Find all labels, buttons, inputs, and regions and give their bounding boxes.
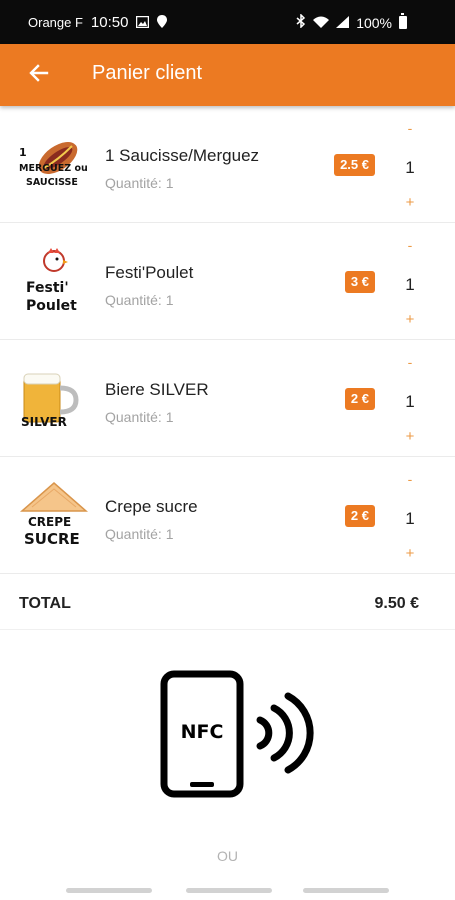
status-bar: Orange F 10:50 100% [0, 0, 455, 44]
cart-item[interactable]: SILVER Biere SILVER Quantité: 1 2 € - 1 … [0, 340, 455, 457]
nfc-label: NFC [181, 721, 224, 743]
thumb-text: 1 [19, 146, 27, 159]
app-bar: Panier client [0, 44, 455, 106]
cart-list: 1 MERGUEZ ou SAUCISSE 1 Saucisse/Merguez… [0, 106, 455, 574]
item-quantity-label: Quantité: 1 [105, 175, 174, 191]
image-notification-icon [136, 15, 150, 31]
price-badge: 2 € [344, 505, 375, 527]
thumb-text: SILVER [21, 415, 67, 429]
increase-quantity-button[interactable]: + [402, 194, 418, 211]
item-name: 1 Saucisse/Merguez [105, 146, 260, 165]
page-title: Panier client [92, 62, 203, 84]
thumb-text: SUCRE [24, 530, 80, 548]
increase-quantity-button[interactable]: + [402, 428, 418, 445]
nfc-phone-icon[interactable]: NFC [160, 670, 325, 800]
price-badge: 2 € [344, 388, 375, 410]
item-quantity-label: Quantité: 1 [105, 292, 174, 308]
wifi-icon [313, 15, 330, 31]
total-row: TOTAL 9.50 € [0, 580, 455, 630]
decrease-quantity-button[interactable]: - [402, 120, 418, 136]
quantity-value: 1 [405, 392, 415, 411]
item-name: Crepe sucre [105, 497, 198, 516]
quantity-value: 1 [405, 509, 415, 528]
decrease-quantity-button[interactable]: - [402, 354, 418, 370]
clock-time: 10:50 [90, 14, 129, 31]
thumb-text: Poulet [26, 298, 77, 314]
chicken-icon: Festi' Poulet [18, 247, 90, 315]
beer-mug-icon: SILVER [18, 364, 90, 432]
thumb-text: Festi' [26, 280, 69, 296]
item-quantity-label: Quantité: 1 [105, 526, 174, 542]
cart-item[interactable]: CREPE SUCRE Crepe sucre Quantité: 1 2 € … [0, 457, 455, 574]
nav-hint [186, 888, 272, 893]
decrease-quantity-button[interactable]: - [402, 237, 418, 253]
price-badge: 2.5 € [334, 154, 375, 176]
nav-hint [66, 888, 152, 893]
cart-item[interactable]: Festi' Poulet Festi'Poulet Quantité: 1 3… [0, 223, 455, 340]
total-label: TOTAL [19, 595, 71, 612]
item-quantity-label: Quantité: 1 [105, 409, 174, 425]
price-badge: 3 € [344, 271, 375, 293]
total-value: 9.50 € [374, 595, 419, 612]
status-left: Orange F 10:50 [28, 14, 168, 31]
carrier-label: Orange F [28, 15, 83, 30]
signal-icon [336, 15, 350, 31]
quantity-value: 1 [405, 275, 415, 294]
item-name: Biere SILVER [105, 380, 209, 399]
thumb-text: MERGUEZ ou [19, 163, 88, 174]
bluetooth-icon [296, 13, 306, 31]
location-pin-icon [157, 14, 168, 31]
quantity-value: 1 [405, 158, 415, 177]
thumb-text: CREPE [28, 515, 71, 529]
or-separator: OU [217, 848, 238, 864]
increase-quantity-button[interactable]: + [402, 545, 418, 562]
back-arrow-icon[interactable] [27, 61, 51, 85]
status-right: 100% [296, 13, 407, 31]
nav-hint [303, 888, 389, 893]
cart-item[interactable]: 1 MERGUEZ ou SAUCISSE 1 Saucisse/Merguez… [0, 106, 455, 223]
hotdog-icon: 1 MERGUEZ ou SAUCISSE [18, 130, 90, 198]
thumb-text: SAUCISSE [26, 177, 78, 188]
increase-quantity-button[interactable]: + [402, 311, 418, 328]
crepe-icon: CREPE SUCRE [18, 481, 90, 549]
battery-percent: 100% [356, 14, 392, 31]
decrease-quantity-button[interactable]: - [402, 471, 418, 487]
battery-icon [399, 13, 407, 29]
item-name: Festi'Poulet [105, 263, 194, 282]
